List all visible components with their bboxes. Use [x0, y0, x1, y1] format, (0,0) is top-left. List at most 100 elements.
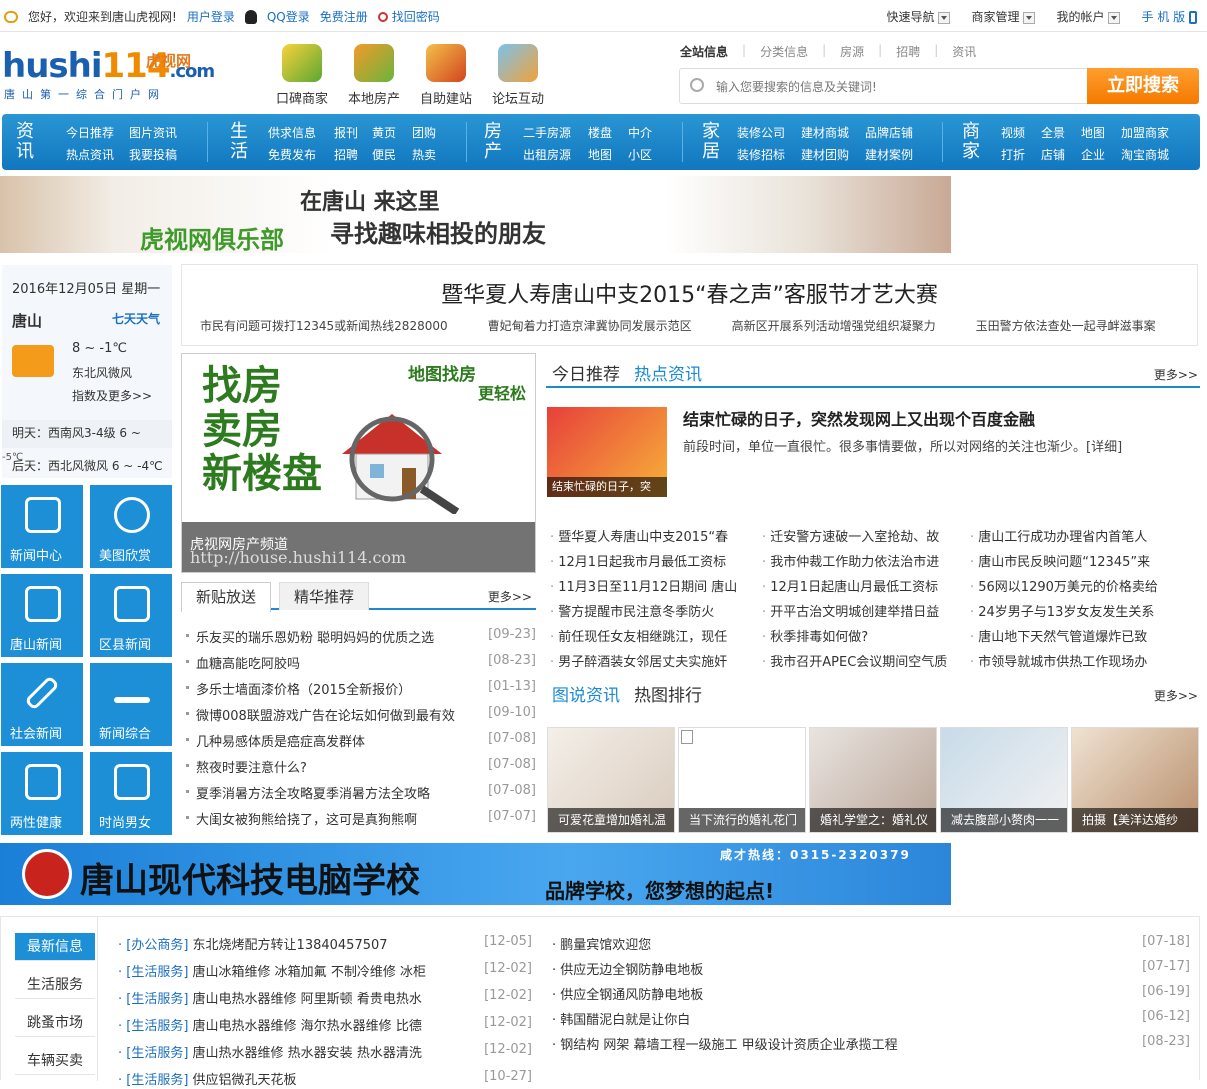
header-link-sitebuilder[interactable]: 自助建站: [411, 44, 481, 107]
search-input[interactable]: 输入您要搜索的信息及关键词!: [716, 78, 877, 95]
picture-item[interactable]: 拍摄【美洋达婚纱: [1071, 727, 1199, 833]
tab-latest-info[interactable]: 最新信息: [15, 933, 95, 961]
nav-link[interactable]: 中介: [628, 124, 652, 141]
news-grid-link[interactable]: 我市仲裁工作助力依法治市进: [762, 551, 958, 570]
list-item[interactable]: · [生活服务] 唐山电热水器维修 阿里斯顿 肴贵电热水 [12-02]: [118, 988, 532, 1008]
tab-hot-news[interactable]: 热点资讯: [634, 360, 702, 385]
nav-link[interactable]: 建材商城: [801, 124, 849, 141]
nav-link[interactable]: 供求信息: [268, 124, 316, 141]
mobile-link[interactable]: 手 机 版: [1142, 8, 1197, 25]
list-item[interactable]: 大闺女被狗熊给挠了，这可是真狗熊啊 [07-07]: [186, 809, 536, 829]
pictures-more-link[interactable]: 更多>>: [1154, 687, 1198, 704]
nav-link[interactable]: 地图: [588, 146, 612, 163]
nav-link[interactable]: 建材团购: [801, 146, 849, 163]
list-item[interactable]: 几种易感体质是癌症高发群体 [07-08]: [186, 731, 536, 751]
nav-link[interactable]: 二手房源: [523, 124, 571, 141]
header-link-forum[interactable]: 论坛互动: [483, 44, 553, 107]
list-item[interactable]: · [生活服务] 唐山电热水器维修 海尔热水器维修 比德 [12-02]: [118, 1015, 532, 1035]
nav-link[interactable]: 地图: [1081, 124, 1105, 141]
list-item[interactable]: · [办公商务] 东北烧烤配方转让13840457507 [12-05]: [118, 934, 532, 954]
list-item[interactable]: 夏季消暑方法全攻略夏季消暑方法全攻略 [07-08]: [186, 783, 536, 803]
news-grid-link[interactable]: 唐山地下天然气管道爆炸已致: [970, 626, 1170, 645]
nav-group-title[interactable]: 房产: [478, 122, 508, 162]
picture-item[interactable]: 减去腹部小赘肉一一: [940, 727, 1068, 833]
nav-link[interactable]: 楼盘: [588, 124, 612, 141]
header-link-reputation[interactable]: 口碑商家: [267, 44, 337, 107]
nav-group-title[interactable]: 商家: [956, 122, 986, 162]
list-item[interactable]: 血糖高能吃阿胶吗 [08-23]: [186, 653, 536, 673]
headline-sub-link[interactable]: 高新区开展系列活动增强党组织凝聚力: [732, 317, 936, 334]
list-item[interactable]: 乐友买的瑞乐恩奶粉 聪明妈妈的优质之选 [09-23]: [186, 627, 536, 647]
weather-more-link[interactable]: 指数及更多>>: [72, 387, 152, 404]
nav-link[interactable]: 淘宝商城: [1121, 146, 1169, 163]
classified-category[interactable]: · [生活服务]: [118, 1019, 188, 1034]
tile-social-news[interactable]: 社会新闻: [1, 663, 83, 746]
list-item[interactable]: · [生活服务] 唐山冰箱维修 冰箱加氟 不制冷维修 冰柜 [12-02]: [118, 961, 532, 981]
house-promo[interactable]: 找房 卖房 新楼盘 地图找房 更轻松 虎视网房产频道 http://house.…: [181, 353, 536, 573]
news-more-link[interactable]: 更多>>: [1154, 366, 1198, 383]
nav-link[interactable]: 免费发布: [268, 146, 316, 163]
tile-health[interactable]: 两性健康: [1, 752, 83, 835]
login-link[interactable]: 用户登录: [187, 8, 235, 25]
forgot-password-link[interactable]: 找回密码: [392, 8, 440, 25]
list-item[interactable]: · 供应无边全钢防静电地板 [07-17]: [552, 959, 1190, 979]
nav-link[interactable]: 报刊: [334, 124, 358, 141]
news-grid-link[interactable]: 男子醉酒装女邻居丈夫实施奸: [550, 651, 750, 670]
news-grid-link[interactable]: 市领导就城市供热工作现场办: [970, 651, 1170, 670]
search-tab-jobs[interactable]: 招聘: [896, 43, 920, 60]
news-grid-link[interactable]: 警方提醒市民注意冬季防火: [550, 601, 750, 620]
nav-link[interactable]: 招聘: [334, 146, 358, 163]
news-grid-link[interactable]: 暨华夏人寿唐山中支2015“春: [550, 526, 750, 545]
search-tab-housing[interactable]: 房源: [840, 43, 864, 60]
nav-link[interactable]: 企业: [1081, 146, 1105, 163]
posts-more-link[interactable]: 更多>>: [488, 588, 532, 605]
classified-category[interactable]: · [生活服务]: [118, 992, 188, 1007]
tab-life-services[interactable]: 生活服务: [15, 971, 95, 999]
news-grid-link[interactable]: 唐山市民反映问题“12345”来: [970, 551, 1170, 570]
nav-link[interactable]: 装修招标: [737, 146, 785, 163]
account-menu[interactable]: 我的帐户: [1057, 8, 1120, 25]
featured-image[interactable]: 结束忙碌的日子，突: [547, 407, 667, 497]
nav-group-title[interactable]: 家居: [696, 122, 726, 162]
school-banner[interactable]: 唐山现代科技电脑学校 品牌学校，您梦想的起点! 咸才热线：0315-232037…: [0, 843, 951, 905]
nav-link[interactable]: 店铺: [1041, 146, 1065, 163]
header-link-realestate[interactable]: 本地房产: [339, 44, 409, 107]
tile-tangshan-news[interactable]: 唐山新闻: [1, 574, 83, 657]
nav-link[interactable]: 今日推荐: [66, 124, 114, 141]
nav-link[interactable]: 热卖: [412, 146, 436, 163]
headline-title[interactable]: 暨华夏人寿唐山中支2015“春之声”客服节才艺大赛: [182, 277, 1197, 309]
tab-today[interactable]: 今日推荐: [552, 360, 620, 385]
nav-link[interactable]: 装修公司: [737, 124, 785, 141]
tab-vehicles[interactable]: 车辆买卖: [15, 1047, 95, 1075]
search-tab-news[interactable]: 资讯: [952, 43, 976, 60]
headline-sub-link[interactable]: 玉田警方依法查处一起寻衅滋事案: [976, 317, 1156, 334]
list-item[interactable]: · 鹏量宾馆欢迎您 [07-18]: [552, 934, 1190, 954]
site-logo[interactable]: hushi114.com 虎视网 唐山第一综合门户网: [2, 40, 215, 102]
nav-link[interactable]: 团购: [412, 124, 436, 141]
nav-link[interactable]: 便民: [372, 146, 396, 163]
list-item[interactable]: 微博008联盟游戏广告在论坛如何做到最有效 [09-10]: [186, 705, 536, 725]
nav-link[interactable]: 视频: [1001, 124, 1025, 141]
search-button[interactable]: 立即搜索: [1087, 68, 1199, 104]
picture-item[interactable]: 当下流行的婚礼花门: [678, 727, 806, 833]
tab-featured-posts[interactable]: 精华推荐: [279, 582, 370, 610]
search-tab-all[interactable]: 全站信息: [680, 43, 728, 60]
seven-day-link[interactable]: 七天天气: [112, 310, 160, 327]
news-grid-link[interactable]: 24岁男子与13岁女友发生关系: [970, 601, 1170, 620]
merchant-menu[interactable]: 商家管理: [972, 8, 1035, 25]
news-grid-link[interactable]: 开平古治文明城创建举措日益: [762, 601, 958, 620]
nav-link[interactable]: 热点资讯: [66, 146, 114, 163]
list-item[interactable]: · [生活服务] 唐山热水器维修 热水器安装 热水器清洗 [12-02]: [118, 1042, 532, 1062]
news-grid-link[interactable]: 前任现任女友相继跳江，现任: [550, 626, 750, 645]
tile-general-news[interactable]: 新闻综合: [90, 663, 172, 746]
nav-link[interactable]: 全景: [1041, 124, 1065, 141]
picture-item[interactable]: 可爱花童增加婚礼温: [547, 727, 675, 833]
nav-link[interactable]: 黄页: [372, 124, 396, 141]
tile-fashion[interactable]: 时尚男女: [90, 752, 172, 835]
classified-category[interactable]: · [生活服务]: [118, 1046, 188, 1061]
news-grid-link[interactable]: 迁安警方速破一入室抢劫、故: [762, 526, 958, 545]
list-item[interactable]: 多乐士墙面漆价格（2015全新报价） [01-13]: [186, 679, 536, 699]
headline-sub-link[interactable]: 市民有问题可拨打12345或新闻热线2828000: [200, 317, 448, 334]
news-grid-link[interactable]: 12月1日起唐山月最低工资标: [762, 576, 958, 595]
nav-link[interactable]: 小区: [628, 146, 652, 163]
